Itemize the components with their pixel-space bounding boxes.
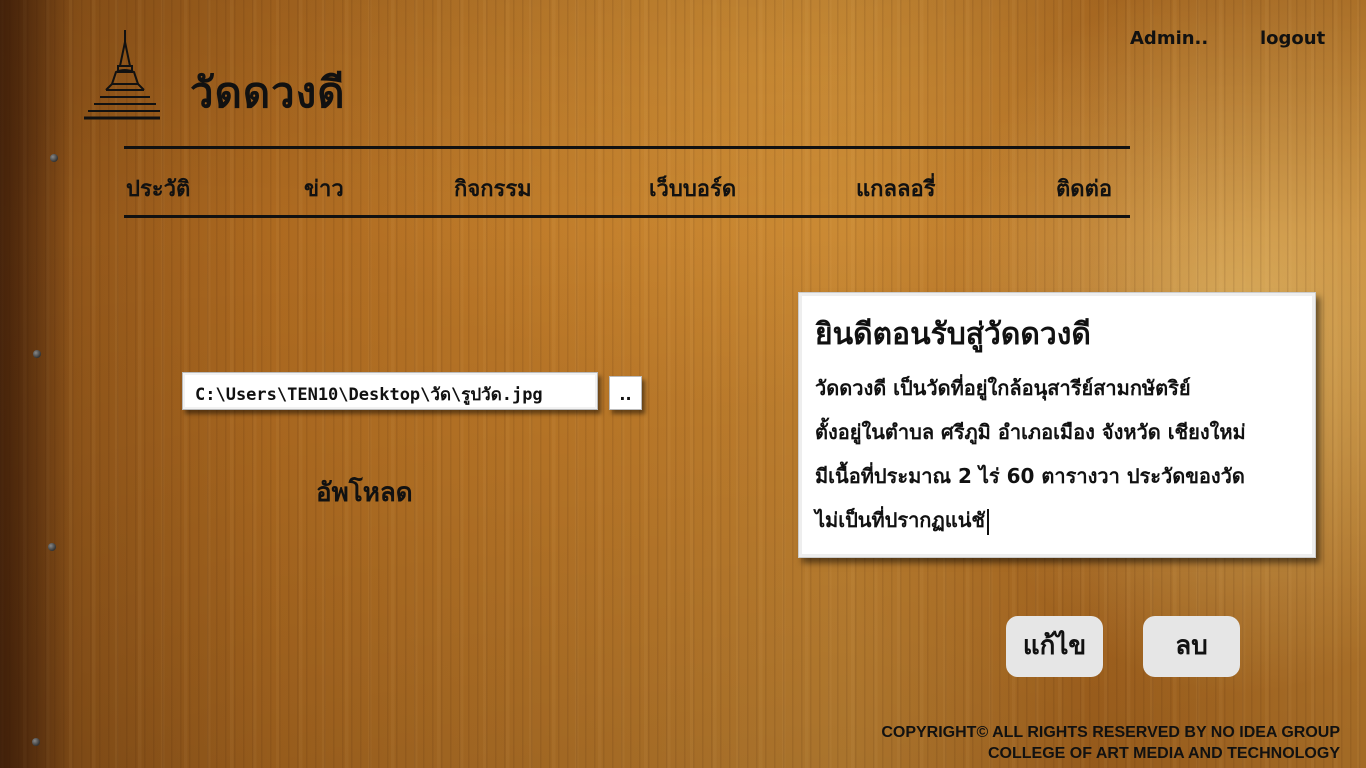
nail-decoration bbox=[33, 350, 41, 358]
logout-link[interactable]: logout bbox=[1260, 28, 1325, 49]
admin-link[interactable]: Admin.. bbox=[1130, 28, 1208, 49]
nav-item-history[interactable]: ประวัติ bbox=[126, 171, 190, 206]
pagoda-icon bbox=[84, 30, 160, 120]
welcome-title: ยินดีตอนรับสู่วัดดวงดี bbox=[815, 317, 1091, 352]
welcome-text-editor[interactable]: ยินดีตอนรับสู่วัดดวงดี วัดดวงดี เป็นวัดท… bbox=[798, 292, 1316, 558]
welcome-line: มีเนื้อที่ประมาณ 2 ไร่ 60 ตารางวา ประวัด… bbox=[815, 464, 1245, 488]
nav-item-news[interactable]: ข่าว bbox=[304, 171, 344, 206]
nav-item-activities[interactable]: กิจกรรม bbox=[454, 171, 532, 206]
wood-left-edge bbox=[0, 0, 70, 768]
delete-button[interactable]: ลบ bbox=[1143, 616, 1240, 677]
nail-decoration bbox=[48, 543, 56, 551]
nail-decoration bbox=[32, 738, 40, 746]
nav-item-webboard[interactable]: เว็บบอร์ด bbox=[649, 171, 736, 206]
nail-decoration bbox=[50, 154, 58, 162]
main-nav: ประวัติ ข่าว กิจกรรม เว็บบอร์ด แกลลอรี่ … bbox=[124, 146, 1130, 218]
copyright-footer: COPYRIGHT© ALL RIGHTS RESERVED BY NO IDE… bbox=[881, 722, 1340, 764]
welcome-line: ตั้งอยู่ในตำบล ศรีภูมิ อำเภอเมือง จังหวั… bbox=[815, 420, 1246, 444]
edit-button[interactable]: แก้ไข bbox=[1006, 616, 1103, 677]
copyright-line: COPYRIGHT© ALL RIGHTS RESERVED BY NO IDE… bbox=[881, 724, 1340, 741]
welcome-line-text: ไม่เป็นที่ปรากฏแน่ชั bbox=[815, 508, 985, 532]
nav-item-gallery[interactable]: แกลลอรี่ bbox=[856, 171, 936, 206]
file-path-input[interactable]: C:\Users\TEN10\Desktop\วัด\รูปวัด.jpg bbox=[182, 372, 598, 410]
welcome-line-last: ไม่เป็นที่ปรากฏแน่ชั bbox=[815, 498, 1299, 542]
welcome-line: วัดดวงดี เป็นวัดที่อยู่ใกล้อนุสารีย์สามก… bbox=[815, 376, 1191, 400]
college-line: COLLEGE OF ART MEDIA AND TECHNOLOGY bbox=[988, 745, 1340, 762]
upload-button[interactable]: อัพโหลด bbox=[316, 472, 413, 513]
nav-item-contact[interactable]: ติดต่อ bbox=[1056, 171, 1112, 206]
browse-button[interactable]: .. bbox=[609, 376, 642, 410]
text-caret bbox=[986, 508, 989, 535]
site-title: วัดดวงดี bbox=[190, 68, 346, 117]
